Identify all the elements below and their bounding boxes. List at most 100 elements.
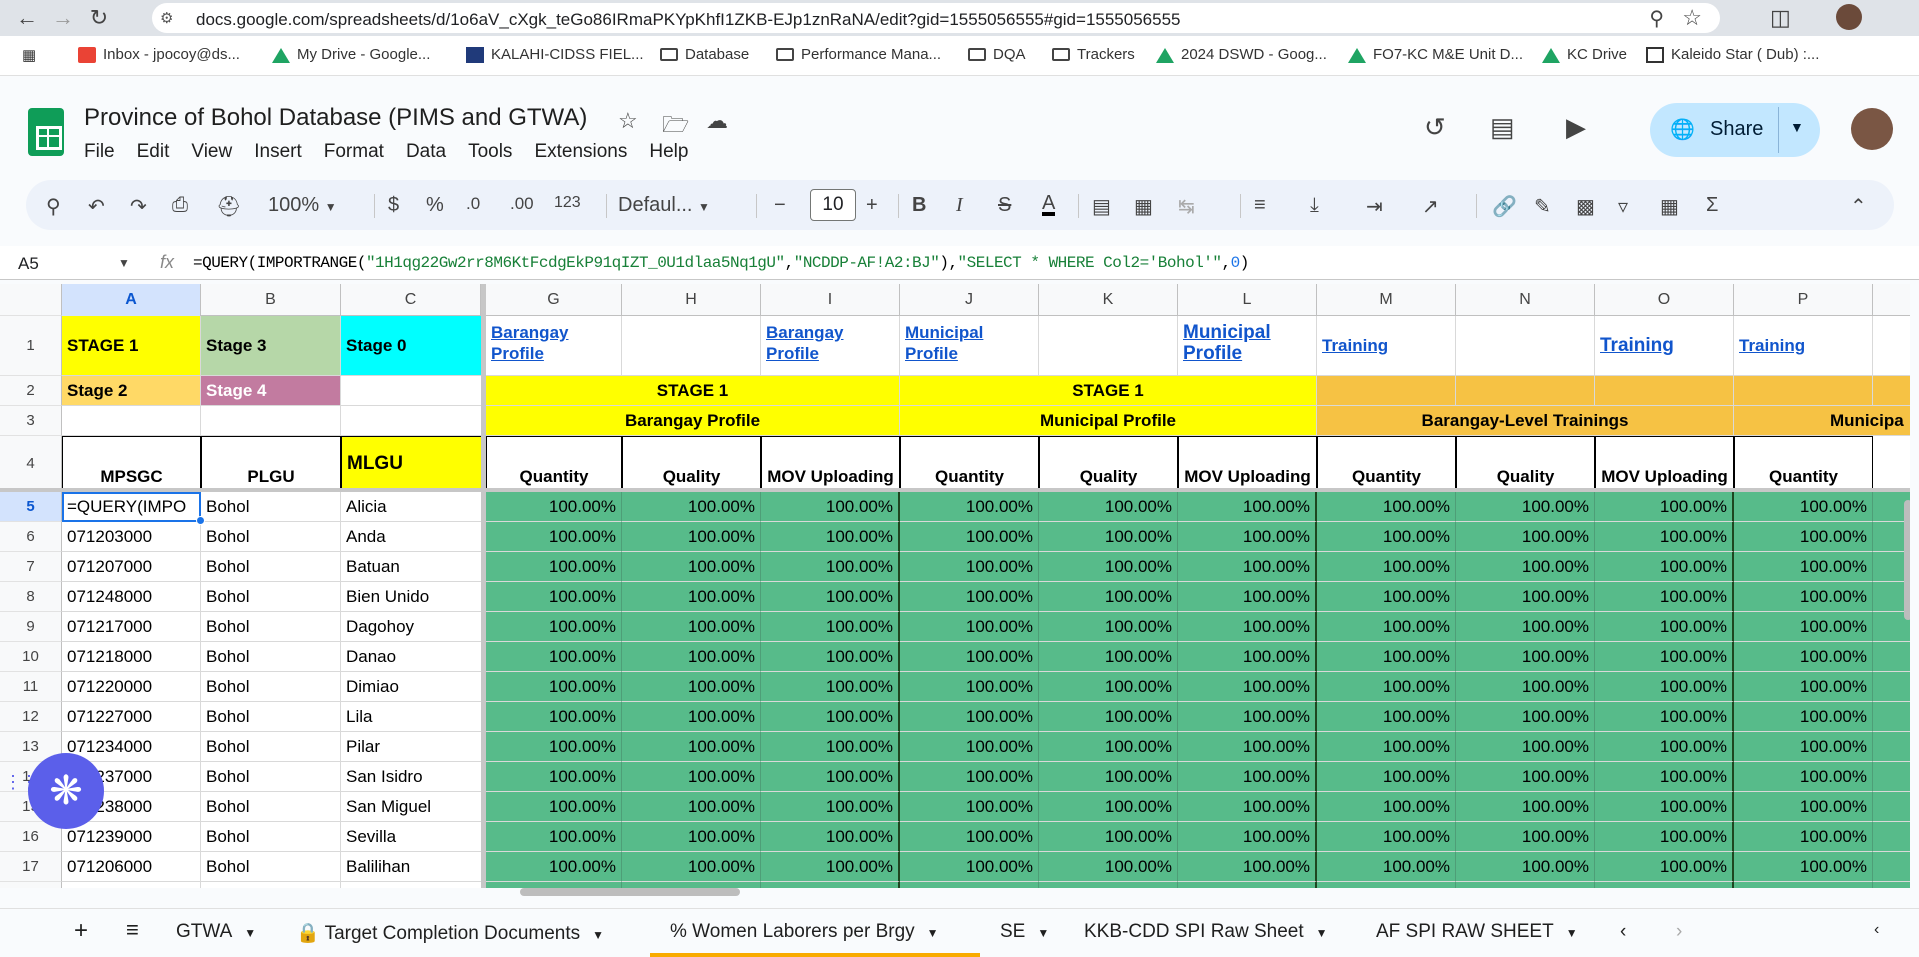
cell[interactable] (62, 406, 201, 436)
mlgu-cell[interactable]: Dimiao (341, 672, 486, 702)
hyperlink-cell[interactable]: Barangay Profile (486, 316, 622, 376)
percent-cell[interactable]: 100.00% (1734, 882, 1873, 888)
borders-icon[interactable]: ▦ (1134, 194, 1153, 219)
percent-cell[interactable]: 100.00% (1317, 732, 1456, 762)
percent-cell[interactable]: 100.00% (1595, 822, 1734, 852)
percent-cell[interactable]: 100.00% (1734, 792, 1873, 822)
name-box[interactable]: A5 ▼ (18, 254, 130, 274)
percent-cell[interactable]: 100.00% (486, 852, 622, 882)
cell[interactable] (1873, 762, 1910, 792)
scroll-tabs-left-icon[interactable]: ‹ (1620, 921, 1626, 943)
percent-cell[interactable]: 100.00% (900, 792, 1039, 822)
percent-cell[interactable]: 100.00% (1178, 882, 1317, 888)
column-title-cell[interactable]: MLGU (341, 436, 486, 492)
chevron-down-icon[interactable]: ▼ (1790, 119, 1804, 135)
plgu-cell[interactable]: Bohol (201, 852, 341, 882)
percent-cell[interactable]: 100.00% (900, 882, 1039, 888)
column-title-cell[interactable]: MOV Uploading (1178, 436, 1317, 492)
percent-cell[interactable]: 100.00% (761, 702, 900, 732)
percent-cell[interactable]: 100.00% (1317, 702, 1456, 732)
row-header-6[interactable]: 6 (0, 522, 62, 552)
percent-cell[interactable]: 100.00% (622, 642, 761, 672)
cell[interactable] (341, 376, 486, 406)
zoom-select[interactable]: 100% ▼ (268, 194, 337, 217)
percent-cell[interactable]: 100.00% (1039, 882, 1178, 888)
cell[interactable] (1873, 702, 1910, 732)
column-title-cell[interactable]: Quality (1456, 436, 1595, 492)
bookmark-inbox[interactable]: Inbox - jpocoy@ds... (78, 46, 240, 63)
cell[interactable] (1873, 822, 1910, 852)
percent-cell[interactable]: 100.00% (761, 582, 900, 612)
tab-kkb-cdd[interactable]: KKB-CDD SPI Raw Sheet ▼ (1084, 921, 1328, 943)
percent-cell[interactable]: 100.00% (900, 582, 1039, 612)
percent-cell[interactable]: 100.00% (1178, 762, 1317, 792)
hyperlink-cell[interactable]: Training (1595, 316, 1734, 376)
paint-format-icon[interactable]: ⛑ (216, 194, 241, 219)
percent-cell[interactable]: 100.00% (1595, 882, 1734, 888)
percent-cell[interactable]: 100.00% (1734, 732, 1873, 762)
menu-tools[interactable]: Tools (468, 141, 512, 163)
tab-target-completion[interactable]: 🔒 Target Completion Documents ▼ (296, 921, 604, 945)
percent-cell[interactable]: 100.00% (1456, 552, 1595, 582)
column-header-j[interactable]: J (900, 284, 1039, 316)
percent-cell[interactable]: 100.00% (900, 732, 1039, 762)
url-text[interactable]: docs.google.com/spreadsheets/d/1o6aV_cXg… (196, 10, 1181, 30)
bookmark-kc-drive[interactable]: KC Drive (1542, 46, 1627, 63)
redo-icon[interactable]: ↷ (130, 194, 147, 219)
functions-icon[interactable]: Σ (1706, 194, 1718, 217)
percent-cell[interactable]: 100.00% (1456, 822, 1595, 852)
vertical-align-icon[interactable]: ⤓ (1310, 194, 1319, 217)
mlgu-cell[interactable]: Alicia (341, 492, 486, 522)
percent-cell[interactable]: 100.00% (1595, 522, 1734, 552)
column-header-a[interactable]: A (62, 284, 201, 316)
percent-cell[interactable]: 100.00% (1456, 612, 1595, 642)
percent-cell[interactable]: 100.00% (1178, 612, 1317, 642)
plgu-cell[interactable]: Bohol (201, 552, 341, 582)
percent-cell[interactable]: 100.00% (486, 762, 622, 792)
percent-cell[interactable]: 100.00% (622, 702, 761, 732)
percent-cell[interactable]: 100.00% (1595, 642, 1734, 672)
percent-cell[interactable]: 100.00% (1039, 852, 1178, 882)
percent-cell[interactable]: 100.00% (761, 762, 900, 792)
hyperlink-cell[interactable]: Training (1317, 316, 1456, 376)
percent-cell[interactable]: 100.00% (1734, 642, 1873, 672)
percent-cell[interactable]: 100.00% (761, 882, 900, 888)
percent-cell[interactable]: 100.00% (622, 822, 761, 852)
cell[interactable] (1734, 376, 1873, 406)
mpsgc-cell[interactable]: 071227000 (62, 702, 201, 732)
percent-cell[interactable]: 100.00% (1734, 702, 1873, 732)
menu-help[interactable]: Help (649, 141, 688, 163)
insert-chart-icon[interactable]: ▩ (1576, 194, 1595, 219)
row-header-12[interactable]: 12 (0, 702, 62, 732)
stage-cell[interactable]: Stage 0 (341, 316, 486, 376)
percent-cell[interactable]: 100.00% (761, 552, 900, 582)
percent-cell[interactable]: 100.00% (1595, 702, 1734, 732)
percent-cell[interactable]: 100.00% (900, 552, 1039, 582)
percent-cell[interactable]: 100.00% (1178, 642, 1317, 672)
percent-cell[interactable]: 100.00% (1317, 612, 1456, 642)
row-header-7[interactable]: 7 (0, 552, 62, 582)
plgu-cell[interactable]: Bohol (201, 882, 341, 888)
mlgu-cell[interactable]: Bilar (341, 882, 486, 888)
row-header-8[interactable]: 8 (0, 582, 62, 612)
column-header-g[interactable]: G (486, 284, 622, 316)
percent-cell[interactable]: 100.00% (622, 522, 761, 552)
mlgu-cell[interactable]: Dagohoy (341, 612, 486, 642)
font-select[interactable]: Defaul... ▼ (618, 194, 710, 217)
percent-cell[interactable]: 100.00% (1178, 522, 1317, 552)
menu-format[interactable]: Format (324, 141, 384, 163)
bookmark-fo7-kc[interactable]: FO7-KC M&E Unit D... (1348, 46, 1523, 63)
merged-header-cell[interactable]: STAGE 1 (900, 376, 1317, 406)
strikethrough-button[interactable]: S (998, 194, 1011, 217)
percent-cell[interactable]: 100.00% (486, 612, 622, 642)
plgu-cell[interactable]: Bohol (201, 492, 341, 522)
percent-cell[interactable]: 100.00% (761, 852, 900, 882)
percent-cell[interactable]: 100.00% (900, 822, 1039, 852)
fill-handle[interactable] (196, 516, 205, 525)
cell[interactable] (1456, 376, 1595, 406)
percent-cell[interactable]: 100.00% (900, 762, 1039, 792)
plgu-cell[interactable]: Bohol (201, 522, 341, 552)
explore-collapse-icon[interactable]: ‹ (1874, 921, 1879, 939)
percent-cell[interactable]: 100.00% (486, 522, 622, 552)
mlgu-cell[interactable]: San Isidro (341, 762, 486, 792)
